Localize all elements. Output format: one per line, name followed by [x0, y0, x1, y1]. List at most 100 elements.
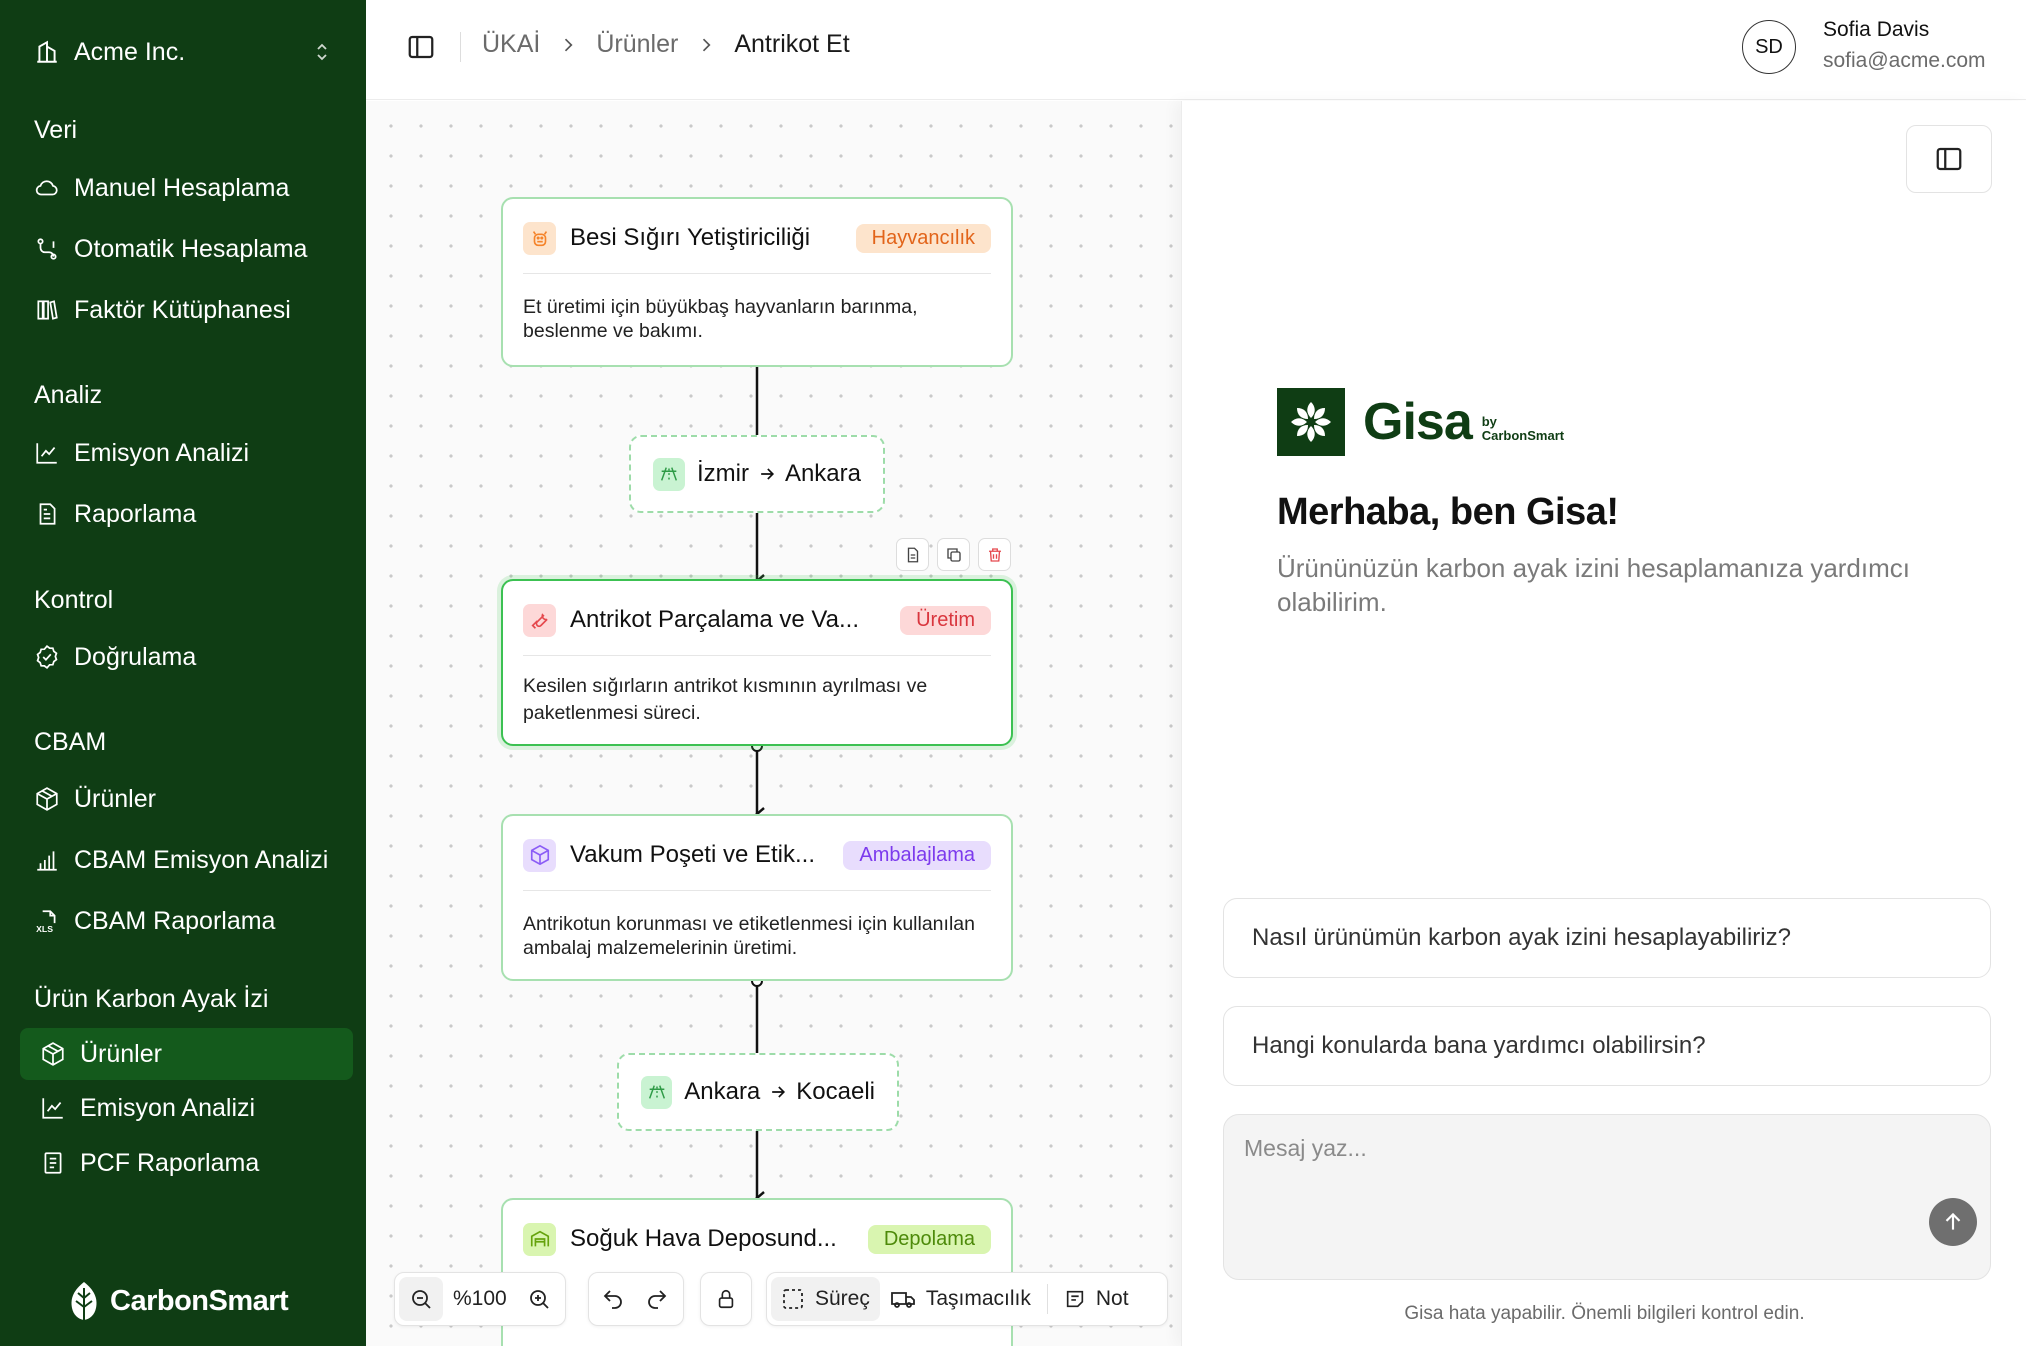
- transport-from: Ankara: [684, 1078, 761, 1105]
- gisa-brand: CarbonSmart: [1481, 428, 1565, 443]
- section-title-veri: Veri: [34, 116, 78, 144]
- node-actions: [896, 538, 1011, 571]
- redo-icon[interactable]: [635, 1277, 679, 1321]
- nav-item-ukai-emisyon-analizi[interactable]: Emisyon Analizi: [20, 1082, 353, 1134]
- bar-chart-icon: [34, 847, 60, 873]
- chevrons-up-down-icon: [310, 40, 334, 64]
- add-note-button[interactable]: Not: [1054, 1277, 1139, 1321]
- nav-item-cbam-urunler[interactable]: Ürünler: [20, 773, 353, 825]
- process-node[interactable]: Vakum Poşeti ve Etik... Ambalajlama Antr…: [501, 814, 1013, 981]
- nav-item-label: Otomatik Hesaplama: [74, 234, 308, 263]
- section-title-kontrol: Kontrol: [34, 586, 114, 614]
- user-name: Sofia Davis: [1823, 18, 1930, 41]
- nav-item-cbam-emisyon-analizi[interactable]: CBAM Emisyon Analizi: [20, 834, 353, 886]
- nav-item-pcf-raporlama[interactable]: PCF Raporlama: [20, 1137, 353, 1189]
- road-icon: [653, 457, 685, 491]
- node-header: Soğuk Hava Deposund... Depolama: [523, 1222, 991, 1256]
- transport-to: Kocaeli: [796, 1078, 875, 1105]
- message-input[interactable]: [1244, 1135, 1924, 1235]
- user-email: sofia@acme.com: [1823, 49, 1986, 72]
- nav-item-label: CBAM Emisyon Analizi: [74, 845, 329, 874]
- org-name: Acme Inc.: [74, 37, 186, 66]
- suggestion-button[interactable]: Nasıl ürünümün karbon ayak izini hesapla…: [1223, 898, 1991, 978]
- brand-logo: CarbonSmart: [68, 1280, 289, 1322]
- breadcrumb-item[interactable]: Ürünler: [596, 30, 678, 59]
- add-transport-button[interactable]: Taşımacılık: [880, 1277, 1041, 1321]
- gisa-by: by: [1481, 414, 1497, 429]
- nav-item-manuel-hesaplama[interactable]: Manuel Hesaplama: [20, 162, 353, 214]
- node-header: Vakum Poşeti ve Etik... Ambalajlama: [523, 838, 991, 872]
- nav-item-ukai-urunler[interactable]: Ürünler: [20, 1028, 353, 1080]
- org-switcher[interactable]: Acme Inc.: [34, 32, 334, 72]
- transport-node[interactable]: Ankara Kocaeli: [617, 1053, 899, 1131]
- process-node[interactable]: Besi Sığırı Yetiştiriciliği Hayvancılık …: [501, 197, 1013, 367]
- process-node-selected[interactable]: Antrikot Parçalama ve Va... Üretim Kesil…: [501, 579, 1013, 746]
- chart-line-icon: [40, 1095, 66, 1121]
- node-description: Kesilen sığırların antrikot kısmının ayr…: [523, 675, 928, 724]
- arrow-up-icon: [1940, 1209, 1966, 1235]
- suggestion-button[interactable]: Hangi konularda bana yardımcı olabilirsi…: [1223, 1006, 1991, 1086]
- nav-item-raporlama[interactable]: Raporlama: [20, 488, 353, 540]
- nav-item-label: CBAM Raporlama: [74, 906, 276, 935]
- add-note-label: Not: [1095, 1287, 1129, 1310]
- breadcrumb-item[interactable]: ÜKAİ: [482, 30, 540, 59]
- cloud-icon: [34, 175, 60, 201]
- node-header: Antrikot Parçalama ve Va... Üretim: [523, 603, 991, 637]
- send-button[interactable]: [1929, 1198, 1977, 1246]
- file-icon[interactable]: [896, 538, 929, 571]
- sidebar-toggle-icon[interactable]: [406, 32, 436, 62]
- section-title-cbam: CBAM: [34, 728, 107, 756]
- nav-item-dogrulama[interactable]: Doğrulama: [20, 631, 353, 683]
- nav-item-label: Manuel Hesaplama: [74, 173, 290, 202]
- duplicate-icon[interactable]: [937, 538, 970, 571]
- add-node-toolbar: Süreç Taşımacılık Not: [766, 1272, 1168, 1326]
- panel-toggle-button[interactable]: [1906, 125, 1992, 193]
- nav-item-label: Raporlama: [74, 499, 197, 528]
- leaf-logo-icon: [68, 1280, 100, 1322]
- nav-item-emisyon-analizi[interactable]: Emisyon Analizi: [20, 427, 353, 479]
- avatar[interactable]: SD: [1742, 20, 1796, 74]
- chevron-right-icon: [558, 35, 578, 55]
- lock-control: [700, 1272, 752, 1326]
- add-process-button[interactable]: Süreç: [771, 1277, 880, 1321]
- dashed-square-icon: [781, 1287, 805, 1311]
- nav-item-faktor-kutuphanesi[interactable]: Faktör Kütüphanesi: [20, 284, 353, 336]
- note-icon: [1064, 1288, 1086, 1310]
- section-title-urun-karbon-ayak-izi: Ürün Karbon Ayak İzi: [34, 985, 269, 1013]
- zoom-out-icon[interactable]: [399, 1277, 443, 1321]
- document-icon: [40, 1150, 66, 1176]
- nav-item-label: Ürünler: [80, 1039, 162, 1068]
- package-icon: [523, 838, 556, 872]
- clover-logo-icon: [1277, 388, 1345, 456]
- add-transport-label: Taşımacılık: [925, 1287, 1031, 1310]
- warehouse-icon: [523, 1222, 556, 1256]
- flow-canvas[interactable]: Besi Sığırı Yetiştiriciliği Hayvancılık …: [366, 101, 1181, 1346]
- breadcrumb-current: Antrikot Et: [734, 30, 850, 58]
- zoom-in-icon[interactable]: [517, 1277, 561, 1321]
- node-header: Besi Sığırı Yetiştiriciliği Hayvancılık: [523, 221, 991, 255]
- nav-item-label: Doğrulama: [74, 642, 197, 671]
- arrow-right-icon: [757, 464, 777, 484]
- nav-item-label: Emisyon Analizi: [80, 1093, 256, 1122]
- library-icon: [34, 297, 60, 323]
- box-icon: [40, 1041, 66, 1067]
- divider: [523, 890, 991, 891]
- trash-icon[interactable]: [978, 538, 1011, 571]
- lock-icon[interactable]: [704, 1277, 748, 1321]
- undo-icon[interactable]: [591, 1277, 635, 1321]
- zoom-controls: %100: [394, 1272, 566, 1326]
- category-badge: Hayvancılık: [855, 223, 991, 253]
- section-title-analiz: Analiz: [34, 381, 103, 409]
- greeting-title: Merhaba, ben Gisa!: [1277, 491, 1619, 533]
- nav-item-label: PCF Raporlama: [80, 1148, 260, 1177]
- brand-name: CarbonSmart: [110, 1284, 289, 1317]
- box-icon: [34, 786, 60, 812]
- nav-item-otomatik-hesaplama[interactable]: Otomatik Hesaplama: [20, 223, 353, 275]
- divider: [523, 273, 991, 274]
- gisa-byline: by CarbonSmart: [1482, 415, 1564, 443]
- arrow-right-icon: [768, 1082, 788, 1102]
- transport-to: Ankara: [784, 460, 861, 487]
- wrench-icon: [523, 603, 556, 637]
- nav-item-cbam-raporlama[interactable]: XLS CBAM Raporlama: [20, 895, 353, 947]
- transport-node[interactable]: İzmir Ankara: [629, 435, 885, 513]
